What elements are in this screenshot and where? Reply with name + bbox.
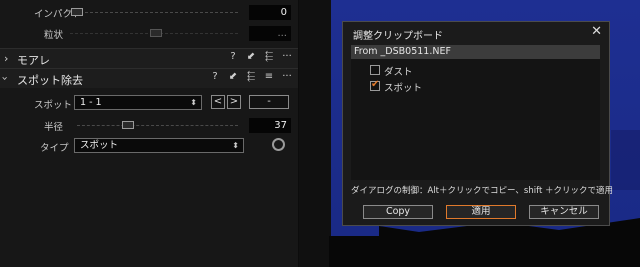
spot-title: スポット除去 — [17, 74, 83, 87]
impact-slider-handle[interactable] — [71, 8, 83, 16]
menu-icon[interactable]: ≡ — [264, 71, 274, 82]
spot-label: スポット — [34, 100, 73, 111]
apply-button[interactable]: 適用 — [446, 205, 516, 219]
spot-select[interactable]: 1 - 1 ⬍ — [74, 95, 202, 110]
next-spot-button[interactable]: > — [227, 95, 241, 109]
radius-slider-handle[interactable] — [122, 121, 134, 129]
remove-spot-button[interactable]: - — [249, 95, 289, 109]
circle-toggle-icon[interactable] — [272, 138, 285, 151]
copy-adjust-icon[interactable]: ⬱ — [264, 51, 274, 62]
chevron-right-icon[interactable]: › — [4, 52, 8, 65]
cancel-button[interactable]: キャンセル — [529, 205, 599, 219]
adjust-clipboard-dialog: 調整クリップボード ✕ From _DSB0511.NEF ダスト スポット ダ… — [342, 21, 613, 226]
help-icon[interactable]: ? — [228, 51, 238, 62]
more-icon[interactable]: ··· — [282, 71, 292, 82]
clipboard-item-list: From _DSB0511.NEF ダスト スポット — [351, 45, 600, 180]
spot-select-value: 1 - 1 — [80, 97, 102, 108]
moire-title: モアレ — [17, 54, 50, 67]
source-item[interactable]: From _DSB0511.NEF — [351, 45, 600, 59]
impact-value-field[interactable]: 0 — [249, 5, 291, 20]
radius-label: 半径 — [44, 122, 64, 133]
more-icon[interactable]: ··· — [282, 51, 292, 62]
chevron-down-icon[interactable]: › — [0, 76, 12, 80]
close-icon[interactable]: ✕ — [591, 24, 602, 39]
grain-label: 粒状 — [44, 30, 64, 41]
spot-section-header[interactable]: › スポット除去 ? ⬋ ⬱ ≡ ··· — [0, 68, 298, 88]
grain-value-field[interactable]: ... — [249, 26, 291, 41]
dust-checkbox[interactable] — [370, 65, 380, 75]
spot-checkbox[interactable] — [370, 79, 380, 91]
prev-spot-button[interactable]: < — [211, 95, 225, 109]
moire-section-header[interactable]: › モアレ ? ⬋ ⬱ ··· — [0, 48, 298, 69]
help-icon[interactable]: ? — [210, 71, 220, 82]
radius-slider-track[interactable] — [77, 125, 238, 126]
copy-adjust-icon[interactable]: ⬱ — [246, 71, 256, 82]
reset-arrow-icon[interactable]: ⬋ — [228, 71, 238, 82]
dialog-hint: ダイアログの制御：Alt＋クリックでコピー、shift ＋クリックで適用 — [351, 186, 613, 196]
dialog-title: 調整クリップボード — [353, 31, 443, 42]
reset-arrow-icon[interactable]: ⬋ — [246, 51, 256, 62]
copy-button[interactable]: Copy — [363, 205, 433, 219]
dust-label: ダスト — [384, 67, 413, 78]
type-label: タイプ — [40, 143, 69, 154]
adjustments-panel: インパクト 0 粒状 ... › モアレ ? ⬋ ⬱ ··· › スポット除去 … — [0, 0, 299, 267]
grain-slider-handle[interactable] — [150, 29, 162, 37]
type-select[interactable]: スポット ⬍ — [74, 138, 244, 153]
updown-icon: ⬍ — [190, 98, 197, 107]
impact-slider-track[interactable] — [70, 12, 238, 13]
updown-icon: ⬍ — [232, 141, 239, 150]
type-select-value: スポット — [80, 140, 119, 151]
spot-item-label: スポット — [384, 83, 423, 94]
radius-value-field[interactable]: 37 — [249, 118, 291, 133]
